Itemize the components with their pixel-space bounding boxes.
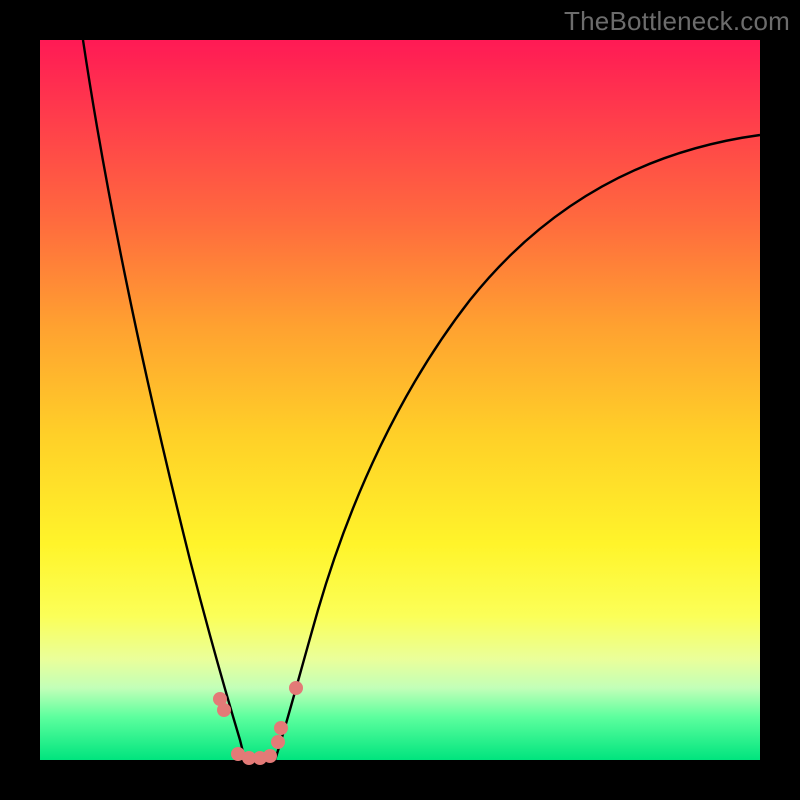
- curve-right-branch: [275, 135, 760, 760]
- curve-left-branch: [83, 40, 245, 760]
- watermark-text: TheBottleneck.com: [564, 6, 790, 37]
- data-marker: [271, 735, 285, 749]
- plot-area: [40, 40, 760, 760]
- data-marker: [289, 681, 303, 695]
- data-marker: [217, 703, 231, 717]
- chart-frame: TheBottleneck.com: [0, 0, 800, 800]
- data-marker: [274, 721, 288, 735]
- curve-layer: [40, 40, 760, 760]
- data-marker: [263, 749, 277, 763]
